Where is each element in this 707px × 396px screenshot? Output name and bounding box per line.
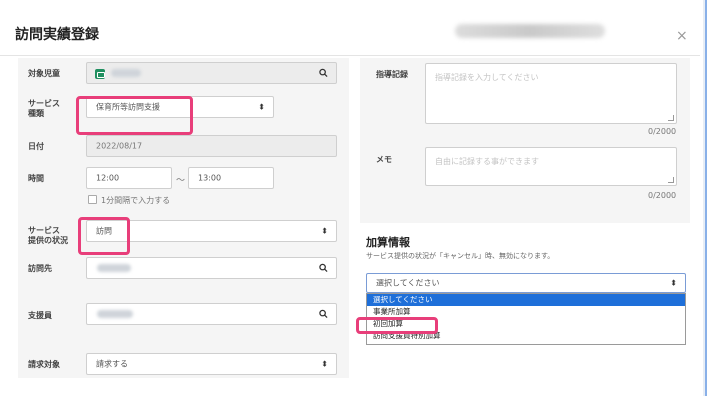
addition-title: 加算情報: [366, 236, 410, 249]
start-time-input[interactable]: 12:00: [86, 167, 172, 189]
date-label: 日付: [28, 142, 44, 151]
addition-note: サービス提供の状況が「キャンセル」時、無効になります。: [366, 252, 555, 260]
staff-label: 支援員: [28, 311, 52, 320]
blurred-staff-name: [97, 310, 133, 318]
service-status-label-line2: 提供の状況: [28, 236, 68, 245]
service-status-select[interactable]: 訪問 ⬍: [86, 220, 337, 242]
staff-field[interactable]: [86, 303, 337, 325]
minute-interval-checkbox[interactable]: [88, 195, 97, 204]
close-icon[interactable]: ×: [676, 28, 688, 44]
minute-interval-label: 1分間隔で入力する: [101, 196, 171, 205]
service-type-label-line1: サービス: [28, 99, 60, 108]
dialog-title: 訪問実績登録: [15, 27, 99, 43]
child-badge-icon: [95, 69, 105, 79]
select-updown-icon: ⬍: [258, 102, 265, 112]
blurred-child-name: [111, 69, 141, 77]
service-status-label-line1: サービス: [28, 226, 60, 235]
record-label: 指導記録: [376, 70, 408, 79]
dialog-header: 訪問実績登録 ×: [0, 0, 700, 56]
memo-textarea[interactable]: 自由に記録する事ができます: [425, 147, 677, 186]
time-separator: 〜: [176, 176, 186, 186]
billing-label: 請求対象: [28, 360, 60, 369]
memo-counter: 0/2000: [648, 191, 677, 200]
addition-option[interactable]: 選択してください: [367, 294, 685, 306]
record-placeholder: 指導記録を入力してください: [435, 73, 539, 82]
search-icon[interactable]: [319, 263, 328, 273]
child-field[interactable]: [86, 62, 337, 84]
scroll-accent-bar: [703, 0, 707, 396]
addition-option[interactable]: 事業所加算: [367, 306, 685, 318]
select-updown-icon: ⬍: [670, 278, 677, 288]
time-label: 時間: [28, 174, 44, 183]
addition-dropdown-list: 選択してください 事業所加算 初回加算 訪問支援員特別加算: [366, 293, 686, 345]
record-textarea[interactable]: 指導記録を入力してください: [425, 63, 677, 124]
child-label: 対象児童: [28, 69, 60, 78]
date-value: 2022/08/17: [96, 141, 143, 151]
record-counter: 0/2000: [648, 127, 677, 136]
destination-field[interactable]: [86, 257, 337, 279]
addition-option[interactable]: 訪問支援員特別加算: [367, 330, 685, 342]
addition-select-value: 選択してください: [376, 278, 440, 288]
service-status-value: 訪問: [96, 226, 112, 236]
select-updown-icon: ⬍: [321, 359, 328, 369]
end-time-input[interactable]: 13:00: [188, 167, 274, 189]
end-time-value: 13:00: [198, 173, 222, 183]
memo-placeholder: 自由に記録する事ができます: [435, 157, 539, 166]
service-status-label: サービス 提供の状況: [28, 226, 68, 246]
blurred-header-info: [455, 24, 605, 38]
search-icon[interactable]: [319, 68, 328, 78]
billing-value: 請求する: [96, 359, 128, 369]
memo-label: メモ: [376, 155, 392, 164]
service-type-value: 保育所等訪問支援: [96, 102, 160, 112]
start-time-value: 12:00: [96, 173, 120, 183]
select-updown-icon: ⬍: [321, 226, 328, 236]
date-field[interactable]: 2022/08/17: [86, 135, 337, 157]
destination-label: 訪問先: [28, 264, 52, 273]
addition-option[interactable]: 初回加算: [367, 318, 685, 330]
resize-handle-icon[interactable]: [668, 177, 674, 183]
addition-select[interactable]: 選択してください ⬍: [366, 273, 686, 293]
service-type-select[interactable]: 保育所等訪問支援 ⬍: [86, 96, 274, 118]
search-icon[interactable]: [319, 309, 328, 319]
service-type-label: サービス 種類: [28, 99, 60, 119]
billing-select[interactable]: 請求する ⬍: [86, 353, 337, 375]
resize-handle-icon[interactable]: [668, 115, 674, 121]
service-type-label-line2: 種類: [28, 109, 44, 118]
visit-record-dialog: 訪問実績登録 × 対象児童 サービス 種類 保育所等訪問支援 ⬍ 日付 2022…: [0, 0, 707, 396]
blurred-destination: [97, 264, 131, 272]
